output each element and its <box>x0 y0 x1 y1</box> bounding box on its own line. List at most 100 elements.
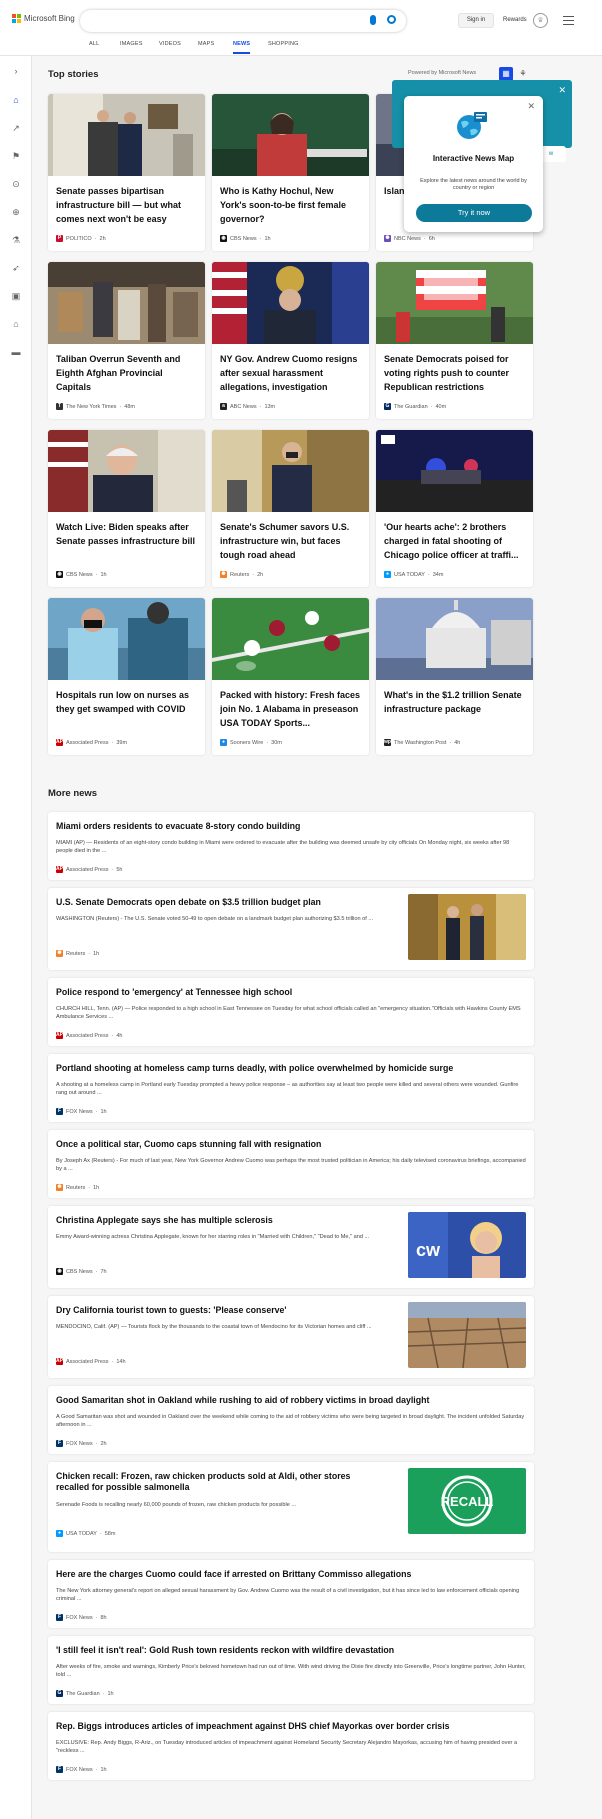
story-title[interactable]: Senate's Schumer savors U.S. infrastruct… <box>220 520 362 562</box>
news-title[interactable]: Christina Applegate says she has multipl… <box>56 1215 386 1226</box>
tab-videos[interactable]: VIDEOS <box>159 41 181 47</box>
news-title[interactable]: Good Samaritan shot in Oakland while rus… <box>56 1395 526 1406</box>
news-item[interactable]: Good Samaritan shot in Oakland while rus… <box>48 1386 534 1454</box>
flag-icon[interactable]: ⚑ <box>11 151 21 161</box>
story-image[interactable] <box>376 598 533 680</box>
story-title[interactable]: Watch Live: Biden speaks after Senate pa… <box>56 520 198 548</box>
globe-icon[interactable]: ⊕ <box>11 207 21 217</box>
story-image[interactable] <box>376 430 533 512</box>
story-title[interactable]: Taliban Overrun Seventh and Eighth Afgha… <box>56 352 198 394</box>
news-title[interactable]: Police respond to 'emergency' at Tenness… <box>56 987 526 998</box>
story-title[interactable]: Packed with history: Fresh faces join No… <box>220 688 362 730</box>
top-story-card[interactable]: Packed with history: Fresh faces join No… <box>212 598 369 755</box>
map-view-icon[interactable]: ⚘ <box>516 67 530 81</box>
expand-chevron-icon[interactable]: › <box>11 66 21 76</box>
news-item[interactable]: Portland shooting at homeless camp turns… <box>48 1054 534 1122</box>
bing-logo[interactable]: Microsoft Bing <box>12 14 75 23</box>
trending-icon[interactable]: ↗ <box>11 123 21 133</box>
entertainment-icon[interactable]: ▣ <box>11 291 21 301</box>
top-story-card[interactable]: Hospitals run low on nurses as they get … <box>48 598 205 755</box>
story-title[interactable]: 'Our hearts ache': 2 brothers charged in… <box>384 520 526 562</box>
top-story-card[interactable]: Taliban Overrun Seventh and Eighth Afgha… <box>48 262 205 419</box>
news-thumbnail[interactable] <box>408 894 526 960</box>
news-title[interactable]: 'I still feel it isn't real': Gold Rush … <box>56 1645 526 1656</box>
rewards-link[interactable]: Rewards <box>503 17 527 23</box>
rewards-trophy-icon[interactable]: ♕ <box>533 13 548 28</box>
location-icon[interactable]: ⊙ <box>11 179 21 189</box>
top-story-card[interactable]: Who is Kathy Hochul, New York's soon-to-… <box>212 94 369 251</box>
news-item[interactable]: Here are the charges Cuomo could face if… <box>48 1560 534 1628</box>
news-item[interactable]: Dry California tourist town to guests: '… <box>48 1296 534 1378</box>
news-title[interactable]: Chicken recall: Frozen, raw chicken prod… <box>56 1471 386 1493</box>
story-title[interactable]: Who is Kathy Hochul, New York's soon-to-… <box>220 184 362 226</box>
news-thumbnail[interactable]: RECALL <box>408 1468 526 1534</box>
story-title[interactable]: What's in the $1.2 trillion Senate infra… <box>384 688 526 716</box>
tab-images[interactable]: IMAGES <box>120 41 143 47</box>
close-icon[interactable]: ✕ <box>558 85 566 96</box>
story-image[interactable] <box>212 94 369 176</box>
news-item[interactable]: U.S. Senate Democrats open debate on $3.… <box>48 888 534 970</box>
story-source: ◉ CBS News · 1h <box>220 235 271 242</box>
news-item[interactable]: Rep. Biggs introduces articles of impeac… <box>48 1712 534 1780</box>
publisher-logo-icon: ✺ <box>220 571 227 578</box>
search-tabs: ALL IMAGES VIDEOS MAPS NEWS SHOPPING <box>0 36 602 56</box>
news-item[interactable]: Police respond to 'emergency' at Tenness… <box>48 978 534 1046</box>
news-title[interactable]: Miami orders residents to evacuate 8-sto… <box>56 821 526 832</box>
top-story-card[interactable]: Senate passes bipartisan infrastructure … <box>48 94 205 251</box>
science-icon[interactable]: ⚗ <box>11 235 21 245</box>
try-it-now-button[interactable]: Try it now <box>416 204 532 222</box>
politics-icon[interactable]: ⌂ <box>11 319 21 329</box>
grid-view-icon[interactable]: ▦ <box>499 67 513 81</box>
story-title[interactable]: Hospitals run low on nurses as they get … <box>56 688 198 716</box>
news-title[interactable]: Portland shooting at homeless camp turns… <box>56 1063 526 1074</box>
story-image[interactable] <box>48 94 205 176</box>
tab-all[interactable]: ALL <box>89 41 99 47</box>
publisher-logo-icon: F <box>56 1766 63 1773</box>
news-thumbnail[interactable]: cw <box>408 1212 526 1278</box>
top-story-card[interactable]: Senate Democrats poised for voting right… <box>376 262 533 419</box>
story-title[interactable]: Senate Democrats poised for voting right… <box>384 352 526 394</box>
publisher-logo-icon: ● <box>384 571 391 578</box>
top-story-card[interactable]: 'Our hearts ache': 2 brothers charged in… <box>376 430 533 587</box>
search-input[interactable] <box>80 10 406 32</box>
publisher-logo-icon: F <box>56 1440 63 1447</box>
news-title[interactable]: Here are the charges Cuomo could face if… <box>56 1569 526 1580</box>
news-source: AP Associated Press · 14h <box>56 1358 126 1365</box>
news-thumbnail[interactable] <box>408 1302 526 1368</box>
rocket-icon[interactable]: ➶ <box>11 263 21 273</box>
home-icon[interactable]: ⌂ <box>11 95 21 105</box>
news-item[interactable]: 'I still feel it isn't real': Gold Rush … <box>48 1636 534 1704</box>
story-image[interactable] <box>376 262 533 344</box>
news-title[interactable]: Rep. Biggs introduces articles of impeac… <box>56 1721 526 1732</box>
story-title[interactable]: NY Gov. Andrew Cuomo resigns after sexua… <box>220 352 362 394</box>
top-story-card[interactable]: What's in the $1.2 trillion Senate infra… <box>376 598 533 755</box>
top-story-card[interactable]: Senate's Schumer savors U.S. infrastruct… <box>212 430 369 587</box>
story-image[interactable] <box>48 430 205 512</box>
story-image[interactable] <box>212 598 369 680</box>
top-story-card[interactable]: NY Gov. Andrew Cuomo resigns after sexua… <box>212 262 369 419</box>
story-image[interactable] <box>212 430 369 512</box>
top-story-card[interactable]: Watch Live: Biden speaks after Senate pa… <box>48 430 205 587</box>
hamburger-menu-icon[interactable] <box>563 16 574 28</box>
publisher-logo-icon: T <box>56 403 63 410</box>
news-title[interactable]: U.S. Senate Democrats open debate on $3.… <box>56 897 386 908</box>
story-image[interactable] <box>212 262 369 344</box>
news-title[interactable]: Dry California tourist town to guests: '… <box>56 1305 386 1316</box>
story-image[interactable] <box>48 262 205 344</box>
story-image[interactable] <box>48 598 205 680</box>
news-item[interactable]: Miami orders residents to evacuate 8-sto… <box>48 812 534 880</box>
news-item[interactable]: Christina Applegate says she has multipl… <box>48 1206 534 1288</box>
news-item[interactable]: Once a political star, Cuomo caps stunni… <box>48 1130 534 1198</box>
publisher-logo-icon: ✺ <box>384 235 391 242</box>
tab-news[interactable]: NEWS <box>233 41 251 54</box>
money-icon[interactable]: ▬ <box>11 347 21 357</box>
sign-in-button[interactable]: Sign in <box>458 13 494 28</box>
news-item[interactable]: Chicken recall: Frozen, raw chicken prod… <box>48 1462 534 1552</box>
tab-maps[interactable]: MAPS <box>198 41 214 47</box>
story-title[interactable]: Senate passes bipartisan infrastructure … <box>56 184 198 226</box>
search-icon[interactable] <box>387 15 396 24</box>
close-icon[interactable]: ✕ <box>527 101 535 112</box>
tab-shopping[interactable]: SHOPPING <box>268 41 299 47</box>
news-title[interactable]: Once a political star, Cuomo caps stunni… <box>56 1139 526 1150</box>
microphone-icon[interactable] <box>370 15 376 25</box>
